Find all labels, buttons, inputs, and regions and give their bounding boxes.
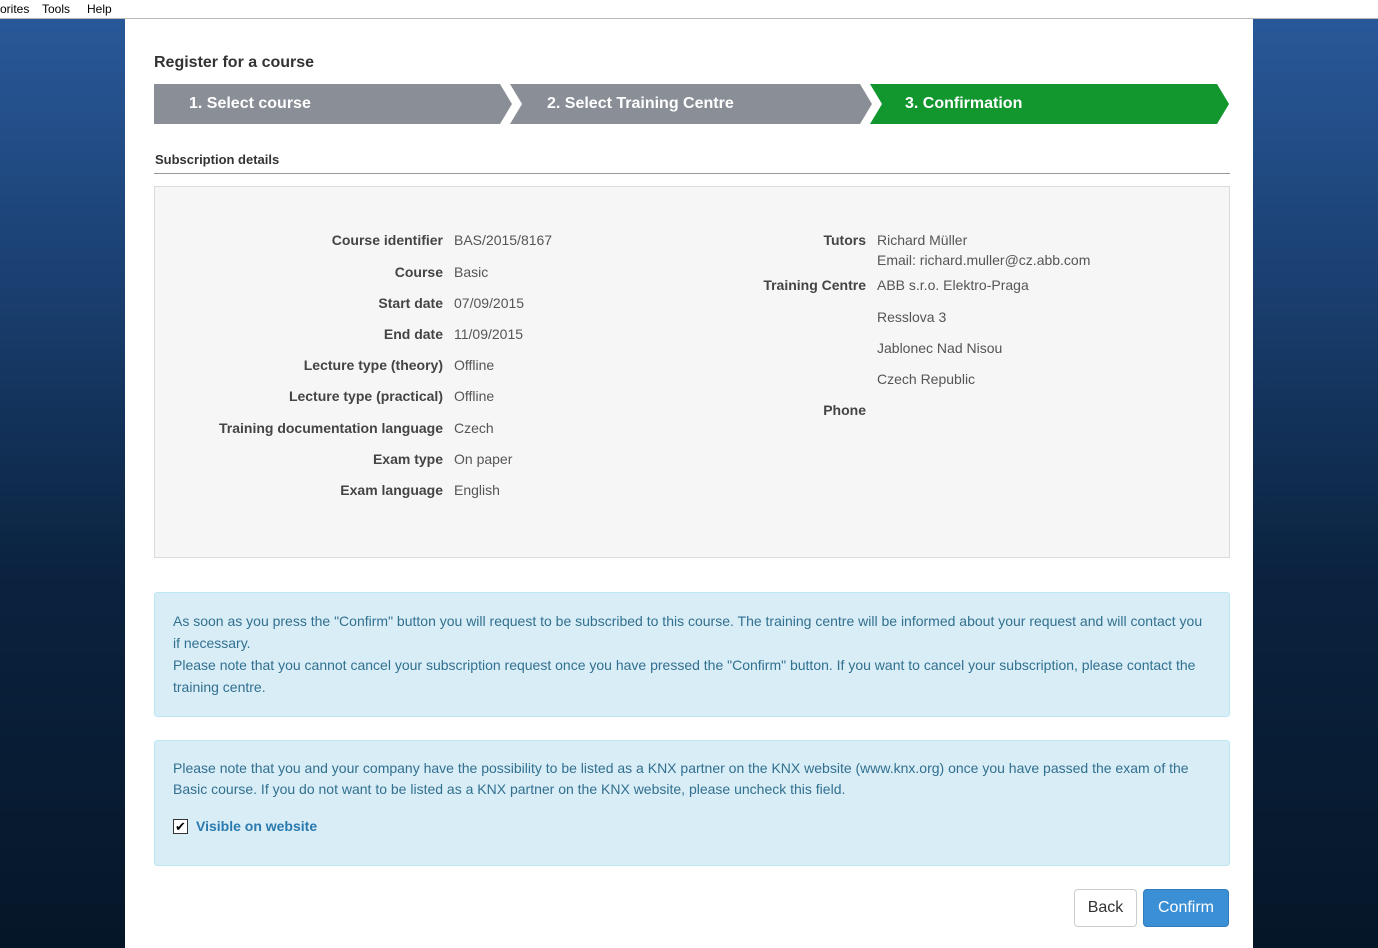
wizard-steps: 1. Select course 2. Select Training Cent… (154, 84, 1229, 124)
visible-on-website-option[interactable]: ✔ Visible on website (173, 816, 317, 837)
detail-value: Offline (454, 388, 495, 404)
detail-value: 11/09/2015 (454, 326, 524, 342)
cancellation-info-text: Please note that you cannot cancel your … (173, 657, 1196, 695)
detail-label: Exam type (372, 451, 443, 467)
step-confirmation: 3. Confirmation (870, 84, 1229, 124)
tutor-name: Richard Müller (877, 232, 968, 248)
step-label: 1. Select course (189, 95, 311, 112)
detail-label: Course identifier (331, 232, 443, 248)
detail-label: Training documentation language (218, 420, 443, 436)
training-centre-city: Jablonec Nad Nisou (877, 340, 1003, 356)
detail-value: Basic (454, 264, 489, 280)
confirmation-info-text: As soon as you press the "Confirm" butto… (173, 613, 1203, 651)
knx-partner-info-text: Please note that you and your company ha… (173, 760, 1189, 797)
detail-label: Tutors (823, 232, 866, 248)
tutor-email: Email: richard.muller@cz.abb.com (877, 252, 1091, 268)
menu-bar: orites Tools Help (0, 0, 1378, 19)
step-select-course[interactable]: 1. Select course (154, 84, 512, 124)
detail-value: BAS/2015/8167 (454, 232, 553, 248)
detail-label: End date (383, 326, 443, 342)
detail-value: Offline (454, 357, 495, 373)
step-label: 3. Confirmation (905, 95, 1023, 112)
detail-label: Lecture type (practical) (288, 388, 443, 404)
knx-partner-alert: Please note that you and your company ha… (154, 740, 1230, 866)
registration-page: Register for a course 1. Select course 2… (125, 19, 1253, 948)
training-centre-country: Czech Republic (877, 371, 976, 387)
detail-value: 07/09/2015 (454, 295, 525, 311)
subscription-details-panel: Course identifier BAS/2015/8167 Course B… (154, 186, 1230, 558)
training-centre-street: Resslova 3 (877, 309, 947, 325)
step-select-training-centre[interactable]: 2. Select Training Centre (510, 84, 872, 124)
confirmation-info-alert: As soon as you press the "Confirm" butto… (154, 592, 1230, 717)
detail-label: Exam language (340, 482, 443, 498)
subscription-details-heading: Subscription details (154, 151, 1230, 174)
page-title: Register for a course (154, 54, 315, 71)
detail-label: Start date (378, 295, 443, 311)
detail-label: Lecture type (theory) (303, 357, 443, 373)
back-button[interactable]: Back (1074, 889, 1137, 927)
detail-label: Training Centre (763, 277, 866, 293)
training-centre-name: ABB s.r.o. Elektro-Praga (877, 277, 1029, 293)
detail-value: Czech (454, 420, 494, 436)
detail-value: On paper (454, 451, 513, 467)
detail-label: Course (394, 264, 443, 280)
step-label: 2. Select Training Centre (547, 95, 734, 112)
menu-item-help[interactable]: Help (87, 2, 112, 16)
detail-value: English (454, 482, 500, 498)
visible-on-website-label[interactable]: Visible on website (196, 816, 317, 837)
visible-on-website-checkbox[interactable]: ✔ (173, 819, 188, 834)
menu-item-favorites[interactable]: orites (0, 2, 29, 16)
confirm-button[interactable]: Confirm (1143, 889, 1229, 927)
detail-label: Phone (823, 402, 866, 418)
menu-item-tools[interactable]: Tools (42, 2, 70, 16)
